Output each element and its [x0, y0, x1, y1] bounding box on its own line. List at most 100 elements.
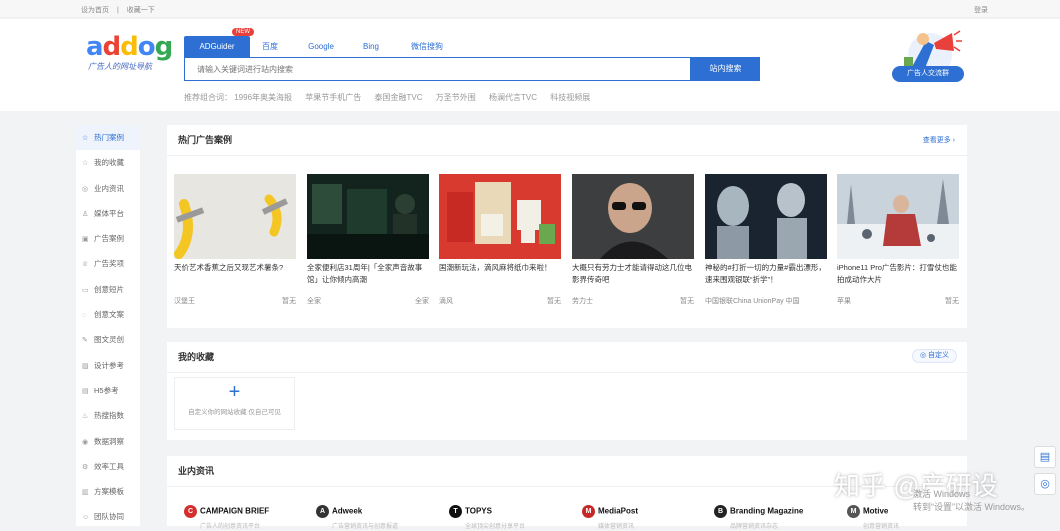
- hot-cases-title: 热门广告案例: [178, 135, 233, 145]
- brand-adweek[interactable]: A Adweek 广告营销资讯与创意报道: [316, 505, 398, 530]
- windows-activation-title: 激活 Windows: [913, 489, 971, 499]
- topbar-separator: |: [116, 7, 119, 14]
- brand-branding-magazine[interactable]: B Branding Magazine 品牌营销资讯杂志: [714, 505, 804, 530]
- case-thumbnail[interactable]: [572, 174, 694, 259]
- sidebar-item-label: 业内资讯: [94, 183, 124, 193]
- sidebar-item-icon: ⚙: [82, 463, 89, 471]
- case-card[interactable]: 天价艺术香蕉之后又现艺术薯条? 汉堡王 暂无: [174, 174, 296, 306]
- sidebar-item[interactable]: ▨ 设计参考: [76, 353, 140, 378]
- sidebar-item[interactable]: ♙ 媒体平台: [76, 201, 140, 226]
- case-thumbnail[interactable]: [837, 174, 959, 259]
- group-chat-button[interactable]: 广告人交流群: [892, 66, 964, 82]
- recommend-item[interactable]: 杨澜代言TVC: [489, 93, 537, 102]
- sidebar-item-icon: ♕: [82, 261, 89, 269]
- divider: [167, 155, 967, 156]
- sidebar-item[interactable]: ☆ 我的收藏: [76, 150, 140, 175]
- search-tab-baidu[interactable]: 百度: [250, 36, 290, 57]
- search-tab-adguider[interactable]: ADGuider: [184, 36, 250, 57]
- search-tabs: ADGuider 百度 Google Bing 微信搜狗: [184, 36, 760, 57]
- header: addog 广告人的网址导航 ADGuider 百度 Google Bing 微…: [0, 19, 1060, 111]
- mediapost-icon: M: [582, 505, 595, 518]
- sidebar-item-label: 热搜指数: [94, 411, 124, 421]
- case-title[interactable]: 大概只有劳力士才能请得动这几位电影界传奇吧: [572, 262, 694, 288]
- sidebar-item[interactable]: ▭ 创意短片: [76, 277, 140, 302]
- search-tab-google[interactable]: Google: [298, 36, 344, 57]
- set-home-link[interactable]: 设为首页: [81, 7, 109, 14]
- case-card[interactable]: 大概只有劳力士才能请得动这几位电影界传奇吧 劳力士 暂无: [572, 174, 694, 306]
- sidebar-item-icon: ◌: [82, 312, 87, 320]
- case-card[interactable]: 国潮新玩法，滴风麻将纸巾来啦！ 滴风 暂无: [439, 174, 561, 306]
- case-title[interactable]: 全家便利店31周年|「全家声音故事馆」让你倾内高潮: [307, 262, 429, 288]
- customize-button[interactable]: ◎ 自定义: [911, 349, 957, 363]
- case-title[interactable]: 神秘的#打折一切的力量#霸出漂形，速来围观银联“折学”！: [705, 262, 827, 288]
- sidebar-item[interactable]: ◎ 业内资讯: [76, 176, 140, 201]
- sidebar-item-label: 创意文案: [94, 310, 124, 320]
- sidebar-item-label: 设计参考: [94, 360, 124, 370]
- logo-letter: d: [120, 32, 139, 62]
- search-input[interactable]: [185, 58, 690, 80]
- brand-name: Branding Magazine: [730, 506, 804, 516]
- sidebar-item[interactable]: ◉ 数据洞察: [76, 429, 140, 454]
- brand-name: TOPYS: [465, 506, 492, 516]
- login-link[interactable]: 登录: [974, 5, 988, 15]
- sidebar-item-icon: ▣: [82, 236, 89, 244]
- recommend-item[interactable]: 1996年奥美海报: [234, 93, 292, 102]
- case-title[interactable]: 天价艺术香蕉之后又现艺术薯条?: [174, 262, 296, 288]
- case-card[interactable]: 神秘的#打折一切的力量#霸出漂形，速来围观银联“折学”！ 中国银联China U…: [705, 174, 827, 306]
- adweek-icon: A: [316, 505, 329, 518]
- sidebar-item[interactable]: ♨ 热搜指数: [76, 403, 140, 428]
- brand-name: Motive: [863, 506, 889, 516]
- plus-icon[interactable]: +: [175, 381, 294, 403]
- recommend-item[interactable]: 万圣节外围: [436, 93, 476, 102]
- brand-mediapost[interactable]: M MediaPost 媒体营销资讯: [582, 505, 638, 530]
- sidebar-item[interactable]: ♕ 广告奖项: [76, 251, 140, 276]
- search-button[interactable]: 站内搜索: [691, 57, 760, 81]
- case-thumbnail[interactable]: [174, 174, 296, 259]
- recommend-item[interactable]: 泰国金融TVC: [375, 93, 423, 102]
- case-card[interactable]: iPhone11 Pro广告影片：打雪仗也能拍成动作大片 苹果 暂无: [837, 174, 959, 306]
- sidebar-item-label: 媒体平台: [94, 208, 124, 218]
- sidebar-item[interactable]: ✎ 图文灵创: [76, 327, 140, 352]
- logo-letter: o: [137, 32, 156, 62]
- sidebar-item-label: 创意短片: [94, 284, 124, 294]
- sidebar-item[interactable]: ▣ 广告案例: [76, 226, 140, 251]
- add-favorite-box[interactable]: + 自定义你的网站收藏 仅自己可见: [174, 377, 295, 430]
- case-author: 汉堡王: [174, 298, 195, 305]
- divider: [167, 372, 967, 373]
- case-author: 劳力士: [572, 298, 593, 305]
- view-more-link[interactable]: 查看更多 ›: [923, 135, 955, 145]
- brand-motive[interactable]: M Motive 创意营销资讯: [847, 505, 899, 530]
- search-tab-bing[interactable]: Bing: [351, 36, 391, 57]
- sidebar-item-icon: ☺: [82, 514, 90, 522]
- sidebar-item[interactable]: ⚙ 效率工具: [76, 454, 140, 479]
- search-box: [184, 57, 691, 81]
- case-thumbnail[interactable]: [439, 174, 561, 259]
- logo-letter: d: [102, 32, 122, 62]
- brand-topys[interactable]: T TOPYS 全球顶尖创意分享平台: [449, 505, 525, 530]
- sidebar-item[interactable]: ▤ H5参考: [76, 378, 140, 403]
- site-logo[interactable]: addog: [86, 32, 173, 62]
- sidebar-item[interactable]: ◌ 创意文案: [76, 302, 140, 327]
- favorites-panel: 我的收藏 ◎ 自定义 + 自定义你的网站收藏 仅自己可见: [167, 342, 967, 440]
- sidebar-item-label: 方案模板: [94, 487, 124, 497]
- case-thumbnail[interactable]: [307, 174, 429, 259]
- case-card[interactable]: 全家便利店31周年|「全家声音故事馆」让你倾内高潮 全家 全家: [307, 174, 429, 306]
- search-tab-wechat[interactable]: 微信搜狗: [402, 36, 452, 57]
- recommend-item[interactable]: 科技视频展: [550, 93, 590, 102]
- chat-icon[interactable]: ▤: [1034, 446, 1056, 468]
- case-title[interactable]: iPhone11 Pro广告影片：打雪仗也能拍成动作大片: [837, 262, 959, 288]
- motive-icon: M: [847, 505, 860, 518]
- sidebar-item[interactable]: ▥ 方案模板: [76, 479, 140, 504]
- case-title[interactable]: 国潮新玩法，滴风麻将纸巾来啦！: [439, 262, 561, 288]
- logo-letter: a: [86, 32, 104, 62]
- case-author: 中国银联China UnionPay 中国银联: [705, 298, 800, 305]
- sidebar-item[interactable]: ☆ 热门案例: [76, 125, 140, 151]
- collect-link[interactable]: 收藏一下: [127, 7, 155, 14]
- brand-campaign-brief[interactable]: C CAMPAIGN BRIEF 广告人的创意资讯平台: [184, 505, 269, 530]
- news-title: 业内资讯: [178, 466, 215, 476]
- wechat-icon[interactable]: ◎: [1034, 473, 1056, 495]
- recommend-item[interactable]: 苹果节手机广告: [305, 93, 361, 102]
- case-thumbnail[interactable]: [705, 174, 827, 259]
- new-badge: NEW: [232, 28, 254, 36]
- sidebar: ☆ 热门案例 ☆ 我的收藏 ◎ 业内资讯 ♙ 媒体平台 ▣ 广告案例 ♕ 广告奖项 ▭ 创意短片 ◌ 创意文案…: [76, 125, 140, 526]
